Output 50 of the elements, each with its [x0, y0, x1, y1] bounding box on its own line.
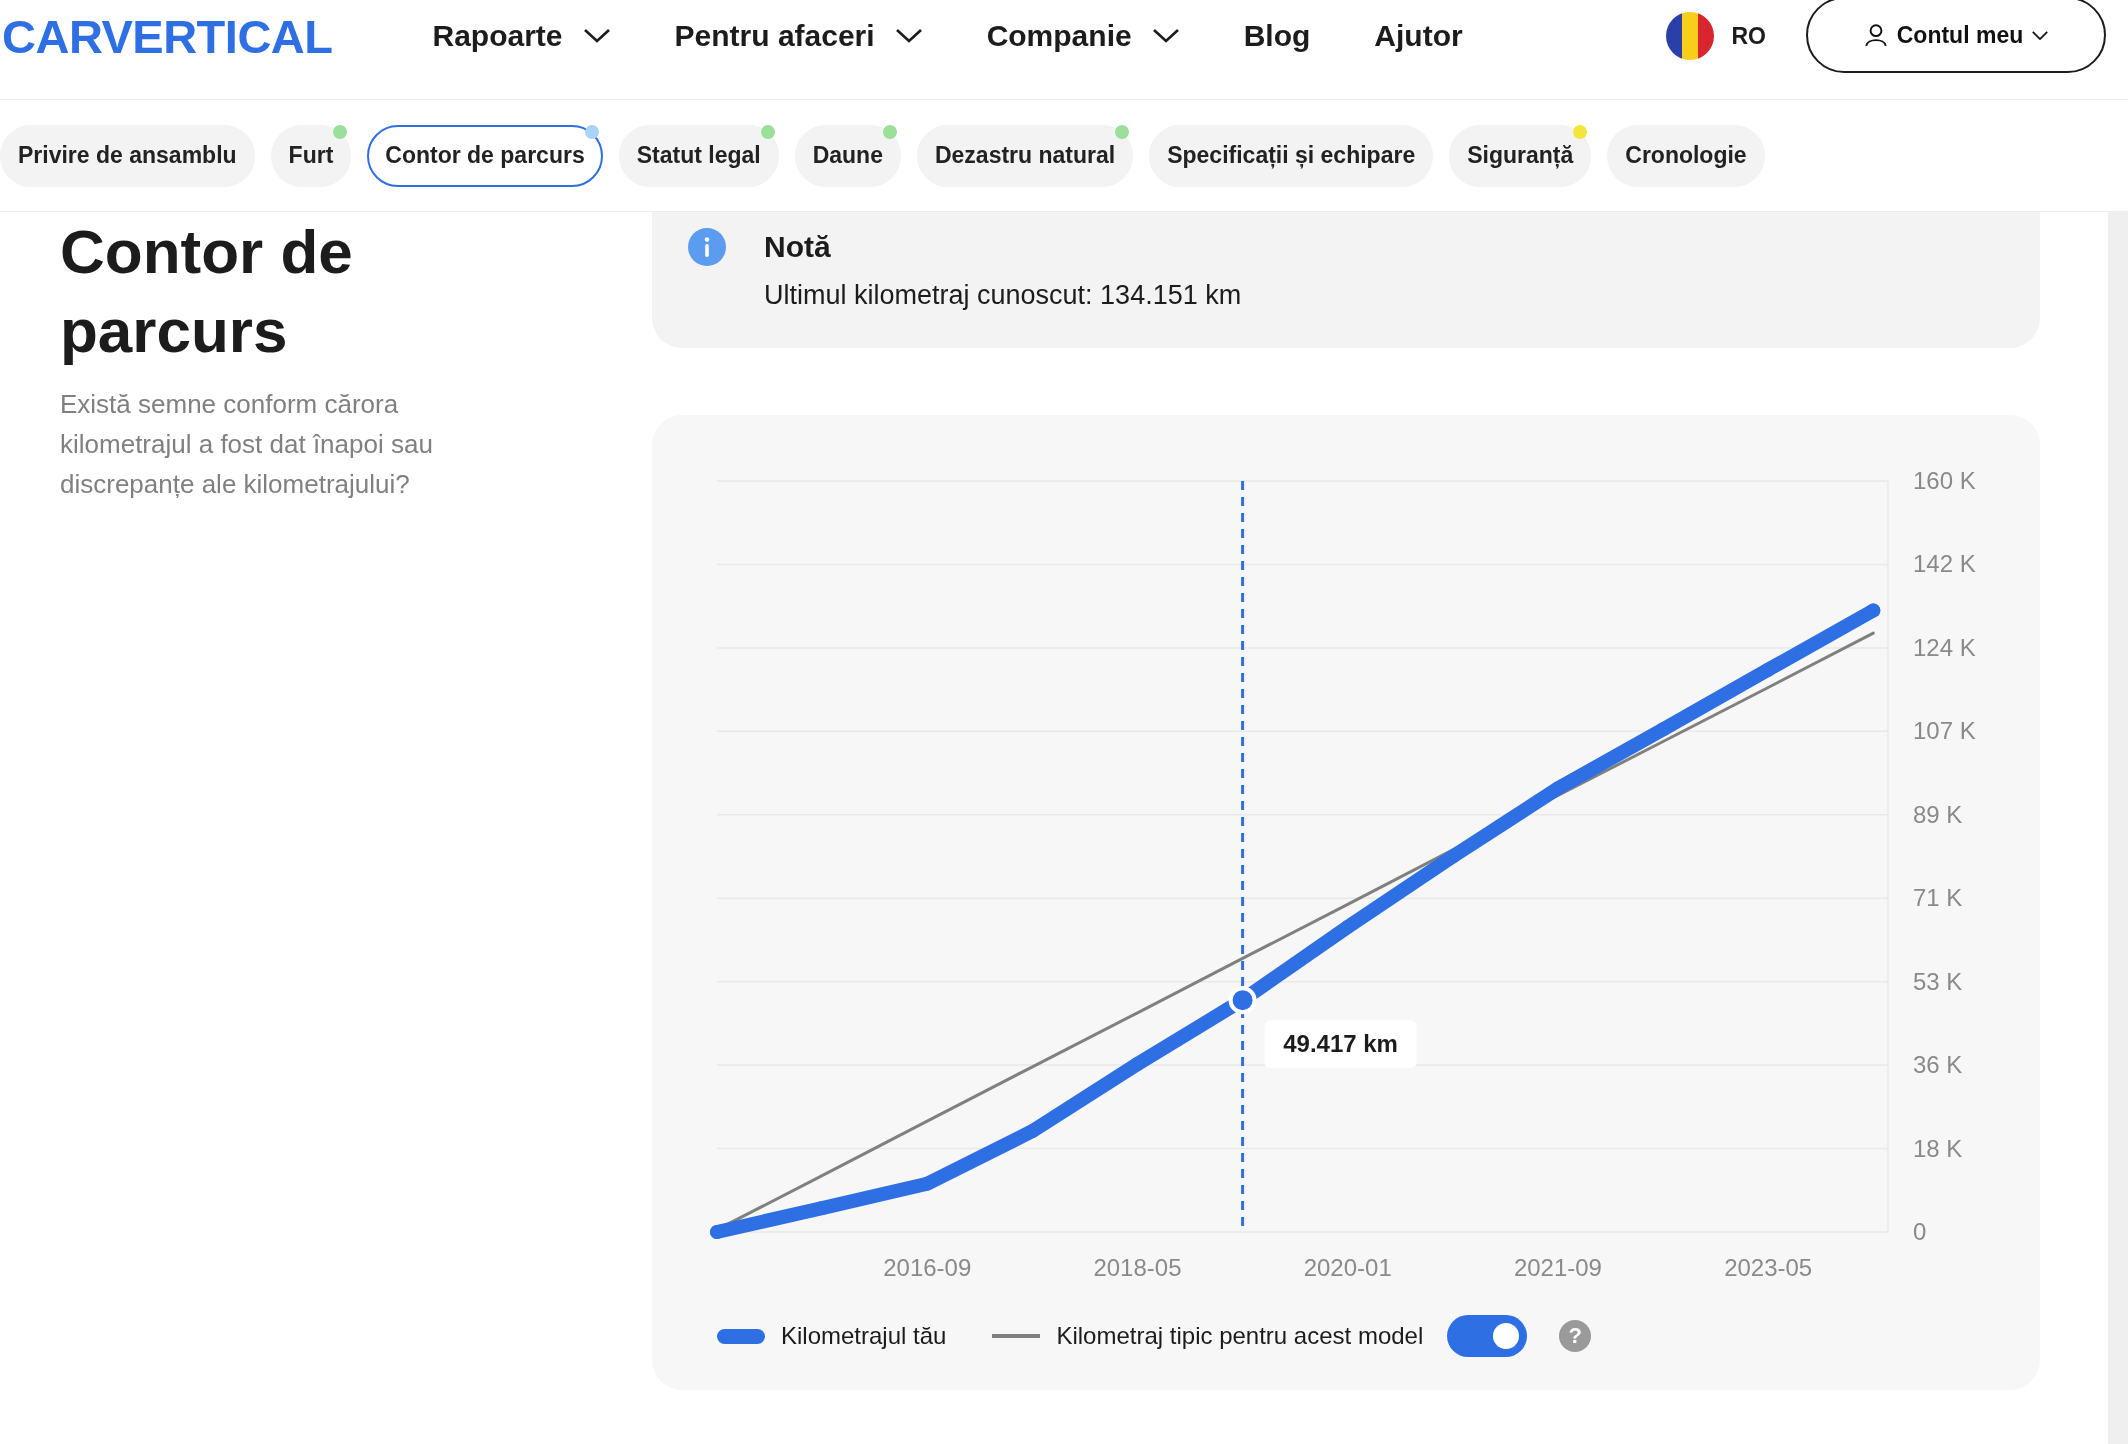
section-tab[interactable]: Siguranță	[1449, 124, 1592, 187]
flag-icon[interactable]	[1665, 12, 1714, 60]
legend-label: Kilometrajul tău	[781, 1322, 947, 1350]
section-tab[interactable]: Furt	[270, 124, 352, 187]
note-title: Notă	[764, 229, 832, 265]
language-selector[interactable]: RO	[1731, 22, 1766, 50]
axis-label: 2016-09	[883, 1254, 972, 1281]
section-tab[interactable]: Statut legal	[618, 124, 779, 187]
section-tab[interactable]: Contor de parcurs	[367, 124, 603, 187]
section-description: Există semne conform cărora kilometrajul a fost dat înapoi sau discrepanțe ale kilometrajului?	[60, 388, 434, 501]
axis-label: 36 K	[1913, 1051, 1963, 1079]
axis-label: 71 K	[1913, 884, 1963, 912]
account-button[interactable]: Contul meu	[1806, 0, 2106, 73]
section-title: Contor de parcurs	[60, 216, 354, 367]
chevron-down-icon[interactable]	[582, 28, 611, 44]
section-tab[interactable]: Privire de ansamblu	[0, 124, 255, 187]
axis-label: 2023-05	[1724, 1254, 1813, 1281]
axis-label: 124 K	[1913, 633, 1976, 661]
nav-link[interactable]: Blog	[1243, 19, 1311, 53]
chevron-down-icon[interactable]	[1151, 28, 1180, 44]
section-tab[interactable]: Cronologie	[1607, 124, 1765, 187]
value-tooltip: 49.417 km	[1264, 1020, 1417, 1069]
thin-line-swatch	[992, 1334, 1041, 1338]
axis-label: 160 K	[1913, 467, 1976, 494]
axis-label: 18 K	[1913, 1134, 1963, 1162]
axis-label: 89 K	[1913, 800, 1963, 828]
axis-label: 107 K	[1913, 717, 1976, 745]
thick-line-swatch	[717, 1328, 765, 1344]
info-icon	[688, 228, 726, 266]
annotation: 49.417 km	[1283, 1030, 1398, 1058]
axis-label: 0	[1913, 1218, 1927, 1245]
section-tab[interactable]: Daune	[794, 124, 901, 187]
axis-label: 53 K	[1913, 967, 1963, 995]
toggle-switch[interactable]	[1447, 1315, 1528, 1357]
chevron-down-icon	[2031, 29, 2050, 41]
user-icon	[1862, 22, 1889, 48]
axis-label: 2020-01	[1303, 1254, 1392, 1281]
section-tab[interactable]: Dezastru natural	[916, 124, 1134, 187]
axis-label: 2021-09	[1513, 1254, 1602, 1281]
nav-link[interactable]: Ajutor	[1374, 19, 1463, 53]
nav-link[interactable]: Companie	[986, 19, 1180, 53]
section-tab[interactable]: Specificații și echipare	[1149, 124, 1434, 187]
legend-label: Kilometraj tipic pentru acest model	[1056, 1322, 1424, 1350]
note-text: Ultimul kilometraj cunoscut: 134.151 km	[764, 280, 1242, 311]
nav-link[interactable]: Pentru afaceri	[674, 19, 923, 53]
logo[interactable]: CARVERTICAL	[2, 0, 333, 72]
chevron-down-icon[interactable]	[894, 28, 923, 44]
axis-label: 2018-05	[1093, 1254, 1182, 1281]
nav-link[interactable]: Rapoarte	[432, 19, 611, 53]
axis-label: 142 K	[1913, 550, 1976, 578]
